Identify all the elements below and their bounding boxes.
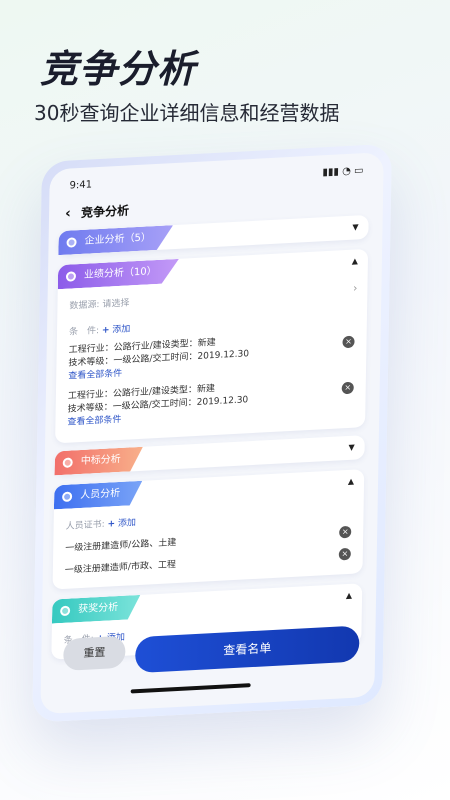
condition-row: 条 件: + 添加 [68,324,131,338]
condition-item: 工程行业：公路行业/建设类型：新建 技术等级：一级公路/交工时间：2019.12… [67,381,248,430]
chevron-up-icon[interactable]: ▲ [346,591,352,600]
close-icon[interactable]: × [338,547,351,561]
back-icon[interactable]: ‹ [65,205,71,221]
section-personnel: 人员分析 ▲ 人员证书: + 添加 一级注册建造师/公路、土建 × 一级注册建造… [52,469,365,590]
tag-label: 中标分析 [80,453,121,468]
nav-title: 竞争分析 [80,203,130,220]
add-cert-button[interactable]: 添加 [118,518,136,529]
status-time: 9:41 [69,179,93,192]
phone-mockup: 9:41 ▮▮▮ ◔ ▭ ‹ 竞争分析 企业分析（5） ▼ 业绩分析（10） ▲… [32,143,392,723]
tag-bid: 中标分析 [55,447,143,476]
tag-award: 获奖分析 [52,595,140,624]
section-enterprise[interactable]: 企业分析（5） ▼ [58,214,369,256]
cert-row: 人员证书: + 添加 [65,518,137,532]
tag-personnel: 人员分析 [54,481,142,510]
chevron-down-icon[interactable]: ▼ [352,222,358,231]
chevron-right-icon[interactable]: › [353,281,358,294]
chevron-up-icon[interactable]: ▲ [348,477,354,486]
radio-icon [63,457,73,468]
status-icons: ▮▮▮ ◔ ▭ [322,165,364,179]
add-icon[interactable]: + [107,519,115,529]
close-icon[interactable]: × [339,525,352,539]
chevron-down-icon[interactable]: ▼ [348,443,354,452]
tag-enterprise: 企业分析（5） [58,225,173,255]
section-performance: 业绩分析（10） ▲ 数据源: 请选择 › 条 件: + 添加 工程行业：公路行… [55,248,369,444]
section-bid[interactable]: 中标分析 ▼ [54,435,365,476]
add-icon[interactable]: + [102,325,110,335]
radio-icon [60,606,70,617]
tag-label: 获奖分析 [78,602,119,616]
tag-label: 企业分析（5） [84,232,152,247]
cert-item: 一级注册建造师/市政、工程 [64,560,176,576]
add-condition-button[interactable]: 添加 [112,324,130,335]
home-indicator [130,683,251,694]
condition-item: 工程行业：公路行业/建设类型：新建 技术等级：一级公路/交工时间：2019.12… [68,335,249,384]
source-select[interactable]: 请选择 [102,298,129,309]
source-row[interactable]: 数据源: 请选择 [69,295,129,311]
radio-icon [66,271,76,282]
chevron-up-icon[interactable]: ▲ [352,256,358,265]
hero-subtitle: 30秒查询企业详细信息和经营数据 [34,101,340,125]
nav-bar: ‹ 竞争分析 [65,201,129,221]
phone-screen: 9:41 ▮▮▮ ◔ ▭ ‹ 竞争分析 企业分析（5） ▼ 业绩分析（10） ▲… [40,152,384,715]
reset-button[interactable]: 重置 [63,635,126,671]
close-icon[interactable]: × [341,381,354,395]
hero-title: 竞争分析 [40,47,197,91]
radio-icon [62,491,72,502]
tag-label: 人员分析 [80,487,121,502]
tag-performance: 业绩分析（10） [58,259,179,289]
close-icon[interactable]: × [342,335,355,349]
radio-icon [66,237,76,248]
tag-label: 业绩分析（10） [83,265,157,281]
cert-item: 一级注册建造师/公路、土建 [65,538,177,554]
